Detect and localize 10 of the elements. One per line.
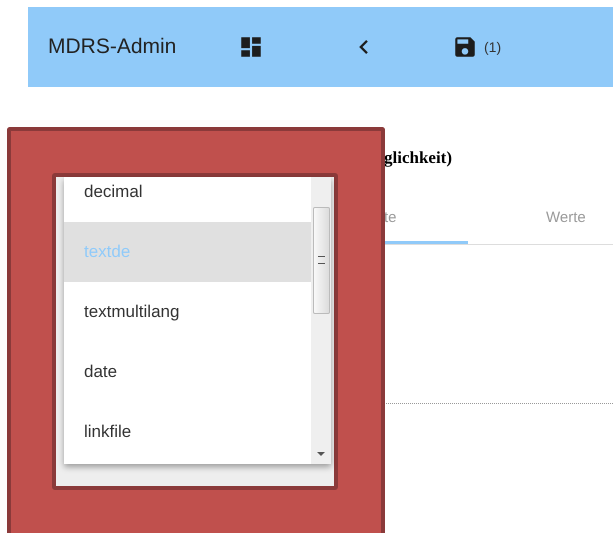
save-button[interactable]: (1) bbox=[452, 34, 502, 60]
dropdown-option[interactable]: decimal bbox=[64, 177, 311, 222]
dropdown-option[interactable]: linkfile bbox=[64, 402, 311, 462]
app-title: MDRS-Admin bbox=[48, 35, 178, 59]
section-heading: glichkeit) bbox=[384, 148, 453, 169]
scrollbar[interactable] bbox=[311, 177, 331, 464]
dropdown-option[interactable]: date bbox=[64, 342, 311, 402]
back-button[interactable] bbox=[359, 40, 368, 54]
chevron-left-icon bbox=[359, 40, 368, 54]
dropdown-option[interactable]: textmultilang bbox=[64, 282, 311, 342]
